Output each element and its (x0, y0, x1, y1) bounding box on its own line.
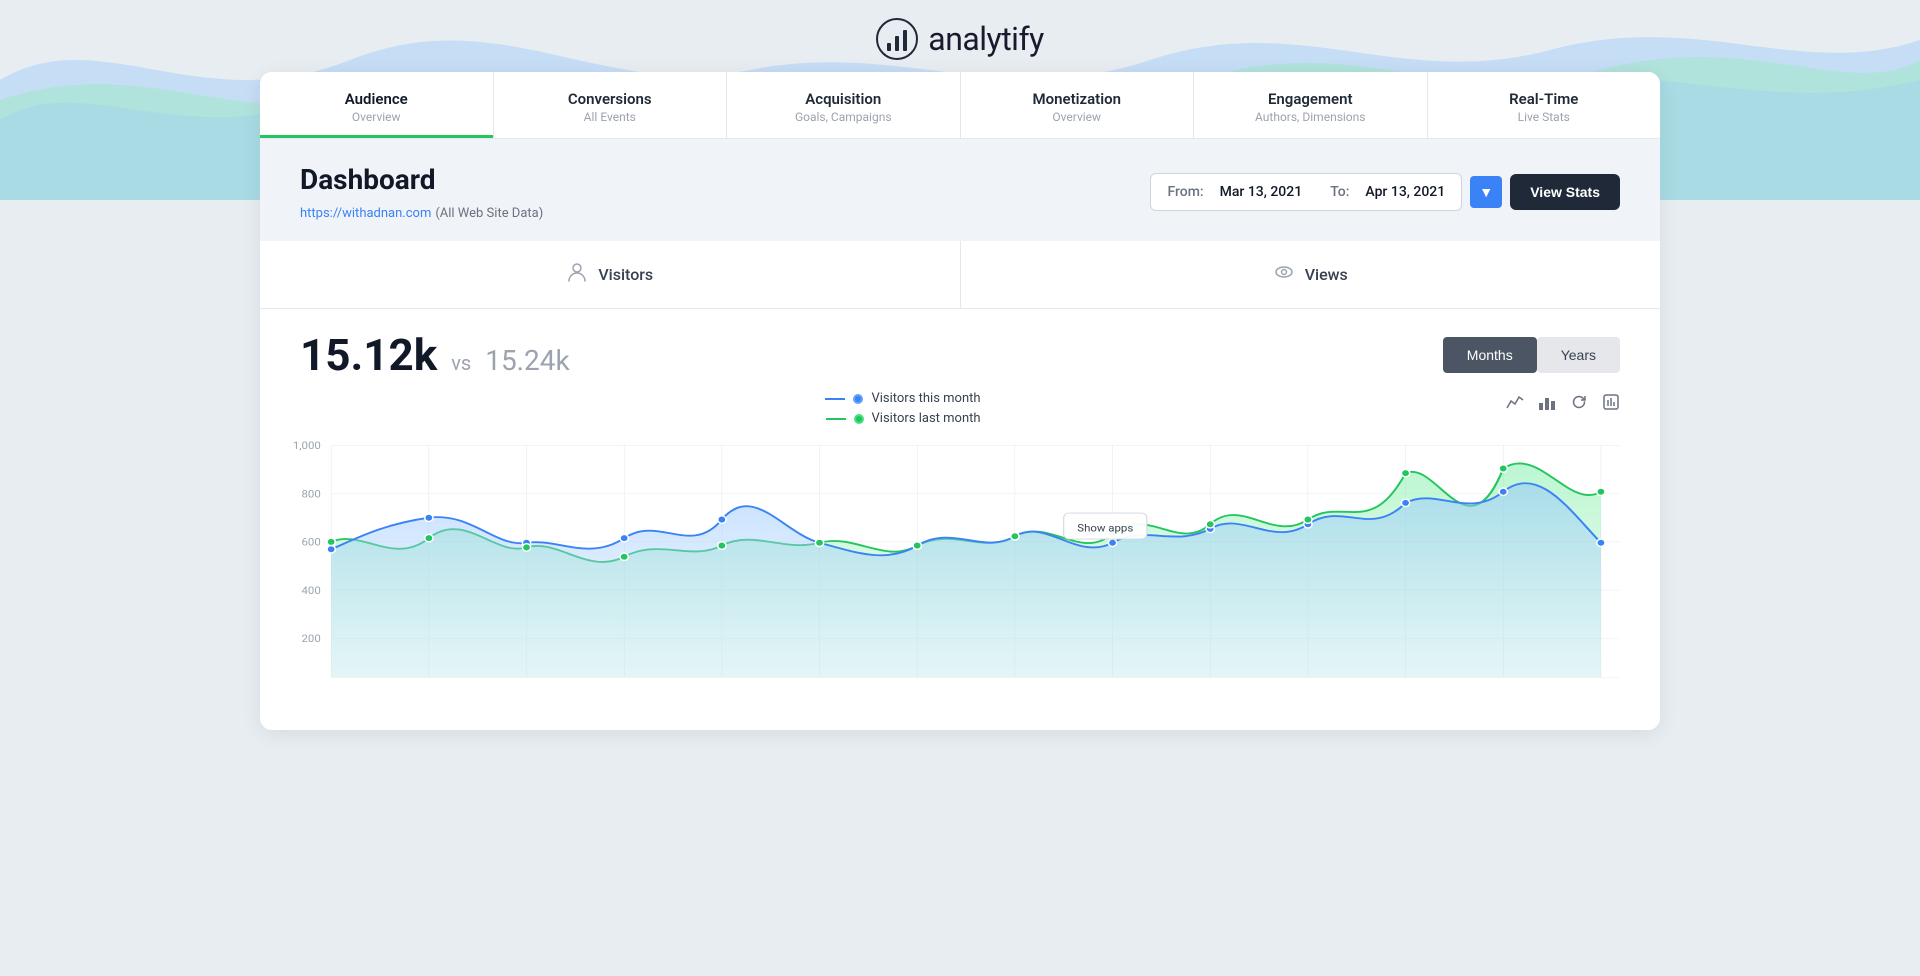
refresh-icon[interactable] (1570, 393, 1588, 415)
months-button[interactable]: Months (1443, 337, 1537, 373)
chart-container: Visitors this month Visitors last month (260, 391, 1660, 710)
from-date[interactable]: Mar 13, 2021 (1220, 184, 1303, 200)
tab-realtime[interactable]: Real-Time Live Stats (1428, 72, 1661, 138)
svg-text:600: 600 (302, 536, 321, 548)
person-icon (566, 261, 588, 288)
date-controls: From: Mar 13, 2021 To: Apr 13, 2021 ▼ Vi… (1150, 173, 1620, 211)
content-card: Audience Overview Conversions All Events… (260, 72, 1660, 730)
site-label: (All Web Site Data) (435, 206, 543, 221)
svg-text:200: 200 (302, 633, 321, 645)
tab-acquisition[interactable]: Acquisition Goals, Campaigns (727, 72, 961, 138)
site-info: https://withadnan.com (All Web Site Data… (300, 202, 543, 221)
date-range-box: From: Mar 13, 2021 To: Apr 13, 2021 (1150, 173, 1462, 211)
view-stats-button[interactable]: View Stats (1510, 174, 1620, 210)
logo-text: analytify (928, 20, 1043, 58)
export-icon[interactable] (1602, 393, 1620, 415)
analytify-logo-icon (876, 18, 918, 60)
svg-text:Show apps: Show apps (1077, 522, 1133, 534)
legend-this-month: Visitors this month (825, 391, 980, 406)
nav-tabs: Audience Overview Conversions All Events… (260, 72, 1660, 139)
eye-icon (1273, 261, 1295, 288)
metric-value-row: 15.12k vs 15.24k Months Years (260, 309, 1660, 391)
compare-metric-value: 15.24k (485, 344, 570, 377)
chart-section: Visitors Views 15.12k vs 15.24k Months (260, 241, 1660, 730)
to-label: To: (1330, 184, 1349, 200)
svg-text:1,000: 1,000 (293, 440, 321, 452)
logo-area: analytify (876, 0, 1043, 72)
tab-engagement[interactable]: Engagement Authors, Dimensions (1194, 72, 1428, 138)
vs-label: vs (451, 351, 471, 375)
tab-conversions[interactable]: Conversions All Events (494, 72, 728, 138)
period-toggle: Months Years (1443, 337, 1620, 373)
visitors-tab-label: Visitors (598, 265, 653, 284)
chevron-down-icon: ▼ (1479, 184, 1493, 200)
svg-text:400: 400 (302, 584, 321, 596)
from-label: From: (1167, 184, 1203, 200)
main-wrapper: analytify Audience Overview Conversions … (0, 0, 1920, 976)
views-tab[interactable]: Views (961, 241, 1661, 308)
legend-last-month: Visitors last month (826, 411, 981, 426)
metric-tabs: Visitors Views (260, 241, 1660, 309)
metric-display: 15.12k vs 15.24k (300, 329, 570, 381)
dashboard-header: Dashboard https://withadnan.com (All Web… (260, 139, 1660, 241)
views-tab-label: Views (1305, 265, 1348, 284)
tab-audience[interactable]: Audience Overview (260, 72, 494, 138)
line-chart-icon[interactable] (1506, 393, 1524, 415)
site-url-link[interactable]: https://withadnan.com (300, 206, 431, 221)
dashboard-left: Dashboard https://withadnan.com (All Web… (300, 163, 543, 221)
page-title: Dashboard (300, 163, 543, 196)
visitors-chart: 1,000 800 600 400 200 (300, 436, 1630, 696)
current-metric-value: 15.12k (300, 329, 437, 381)
visitors-tab[interactable]: Visitors (260, 241, 961, 308)
svg-text:800: 800 (302, 488, 321, 500)
years-button[interactable]: Years (1537, 337, 1620, 373)
to-date[interactable]: Apr 13, 2021 (1365, 184, 1445, 200)
tab-monetization[interactable]: Monetization Overview (961, 72, 1195, 138)
bar-chart-icon[interactable] (1538, 393, 1556, 415)
date-dropdown-button[interactable]: ▼ (1470, 176, 1502, 208)
